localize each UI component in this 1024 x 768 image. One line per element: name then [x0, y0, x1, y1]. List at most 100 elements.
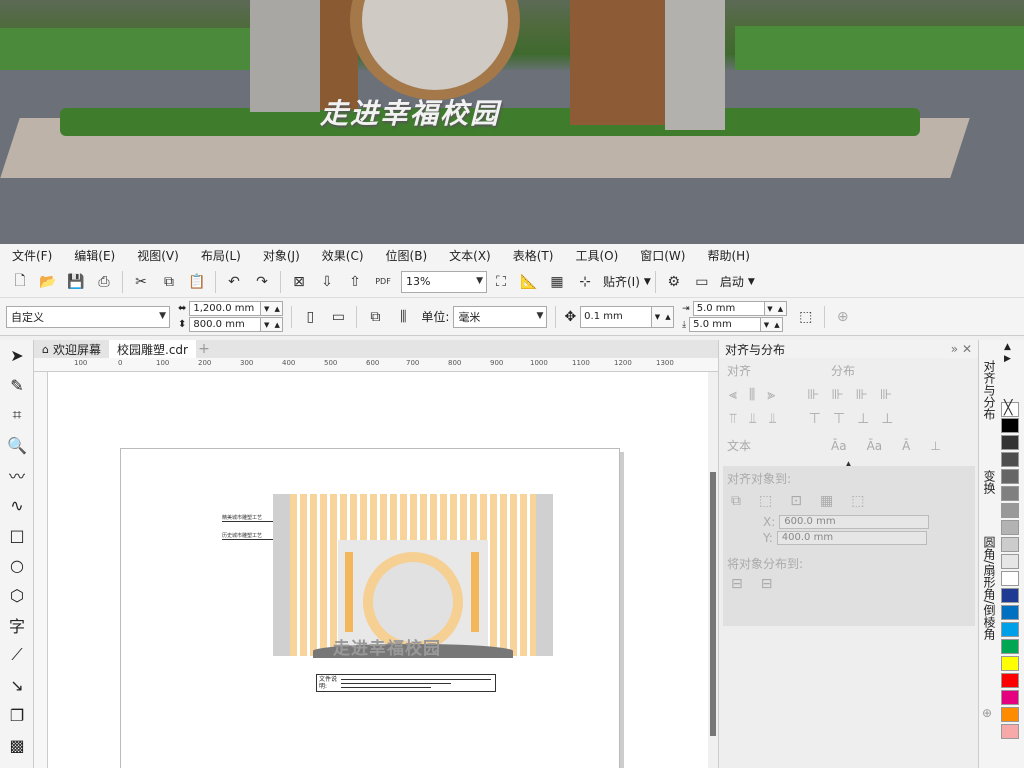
- text-tool-icon[interactable]: 字: [0, 610, 34, 640]
- transparency-icon[interactable]: ▩: [0, 730, 34, 760]
- page-center-icon[interactable]: ⊡: [790, 493, 802, 509]
- side-tab-align[interactable]: 对齐与分布: [981, 360, 998, 420]
- color-swatch[interactable]: [1001, 452, 1019, 467]
- distribute-middle-icon[interactable]: ⊤: [833, 411, 845, 427]
- color-swatch[interactable]: [1001, 486, 1019, 501]
- sculpture-drawing[interactable]: 走进幸福校园: [273, 494, 553, 664]
- drop-shadow-icon[interactable]: ❐: [0, 700, 34, 730]
- dup-y-spinner[interactable]: ▼ ▲: [761, 317, 784, 332]
- redo-icon[interactable]: ↷: [251, 271, 273, 293]
- close-icon[interactable]: ✕: [962, 342, 972, 356]
- collapse-icon[interactable]: »: [951, 342, 958, 356]
- current-page-icon[interactable]: ⫼: [392, 306, 414, 328]
- guidelines-icon[interactable]: ⊹: [574, 271, 596, 293]
- color-swatch[interactable]: [1001, 673, 1019, 688]
- zoom-tool-icon[interactable]: 🔍: [0, 430, 34, 460]
- paste-icon[interactable]: 📋: [186, 271, 208, 293]
- tab-welcome[interactable]: ⌂ 欢迎屏幕: [34, 340, 109, 358]
- application-launcher-icon[interactable]: ▭: [691, 271, 713, 293]
- extent-of-selection-icon[interactable]: ⊟: [731, 576, 743, 592]
- cut-icon[interactable]: ✂: [130, 271, 152, 293]
- menu-window[interactable]: 窗口(W): [640, 247, 685, 264]
- polygon-tool-icon[interactable]: ⬡: [0, 580, 34, 610]
- color-swatch[interactable]: [1001, 503, 1019, 518]
- page-width-input[interactable]: 1,200.0 mm: [189, 301, 262, 316]
- height-spinner[interactable]: ▼ ▲: [261, 317, 284, 332]
- menu-text[interactable]: 文本(X): [449, 247, 491, 264]
- page-height-input[interactable]: 800.0 mm: [189, 317, 262, 332]
- palette-expand-icon[interactable]: ▶: [1004, 354, 1011, 364]
- units-select[interactable]: 毫米 ▼: [453, 305, 548, 328]
- grid-icon[interactable]: ▦: [546, 271, 568, 293]
- distribute-v-spacing-icon[interactable]: ⊥: [881, 411, 893, 427]
- align-center-h-icon[interactable]: ⫼: [749, 387, 755, 403]
- import-icon[interactable]: ⇩: [316, 271, 338, 293]
- rectangle-tool-icon[interactable]: □: [0, 520, 34, 550]
- pdf-export-icon[interactable]: PDF: [372, 271, 394, 293]
- export-icon[interactable]: ⇧: [344, 271, 366, 293]
- parallel-dimension-icon[interactable]: ⟋: [0, 640, 34, 670]
- connector-tool-icon[interactable]: ↘: [0, 670, 34, 700]
- active-objects-icon[interactable]: ⧉: [731, 493, 741, 509]
- color-swatch[interactable]: [1001, 469, 1019, 484]
- launch-menu[interactable]: 启动: [720, 273, 744, 290]
- menu-view[interactable]: 视图(V): [137, 247, 179, 264]
- save-icon[interactable]: 💾: [65, 271, 87, 293]
- color-swatch[interactable]: [1001, 605, 1019, 620]
- color-swatch[interactable]: [1001, 588, 1019, 603]
- grid-icon[interactable]: ▦: [820, 493, 833, 509]
- menu-layout[interactable]: 布局(L): [201, 247, 241, 264]
- portrait-icon[interactable]: ▯: [299, 306, 321, 328]
- rulers-icon[interactable]: 📐: [518, 271, 540, 293]
- all-pages-icon[interactable]: ⧉: [364, 306, 386, 328]
- dup-x-spinner[interactable]: ▼ ▲: [764, 301, 787, 316]
- duplicate-x-input[interactable]: 5.0 mm: [692, 301, 765, 316]
- outline-icon[interactable]: ⊥: [930, 439, 940, 453]
- menu-file[interactable]: 文件(F): [12, 247, 52, 264]
- menu-table[interactable]: 表格(T): [513, 247, 554, 264]
- gear-icon[interactable]: ⚙: [663, 271, 685, 293]
- drawing-canvas[interactable]: 精美城市雕塑工艺 历史城市雕塑工艺 走进幸福校园 文件说明:: [48, 372, 708, 768]
- horizontal-ruler[interactable]: 100 0 100 200 300 400 500 600 700 800 90…: [34, 358, 718, 372]
- menu-effects[interactable]: 效果(C): [322, 247, 364, 264]
- menu-tools[interactable]: 工具(O): [575, 247, 618, 264]
- color-swatch[interactable]: [1001, 418, 1019, 433]
- distribute-bottom-icon[interactable]: ⊥: [857, 411, 869, 427]
- full-screen-icon[interactable]: ⛶: [490, 271, 512, 293]
- distribute-top-icon[interactable]: ⊤: [809, 411, 821, 427]
- bounding-box-icon[interactable]: Ā: [902, 439, 910, 453]
- color-swatch[interactable]: [1001, 724, 1019, 739]
- landscape-icon[interactable]: ▭: [327, 306, 349, 328]
- undo-icon[interactable]: ↶: [223, 271, 245, 293]
- align-right-icon[interactable]: ⫸: [767, 387, 775, 403]
- align-center-v-icon[interactable]: ⫫: [749, 411, 757, 427]
- chevron-down-icon[interactable]: ▼: [748, 277, 755, 287]
- distribute-right-icon[interactable]: ⊪: [856, 387, 868, 403]
- color-swatch[interactable]: [1001, 537, 1019, 552]
- tab-document[interactable]: 校园雕塑.cdr: [109, 340, 196, 358]
- first-line-baseline-icon[interactable]: Āa: [831, 439, 847, 453]
- side-tab-transform[interactable]: 变换: [981, 470, 998, 494]
- extent-of-page-icon[interactable]: ⊟: [761, 576, 773, 592]
- palette-up-icon[interactable]: ▲: [1004, 342, 1011, 352]
- page-edge-icon[interactable]: ⬚: [759, 493, 772, 509]
- shape-tool-icon[interactable]: ✎: [0, 370, 34, 400]
- align-top-icon[interactable]: ⫪: [729, 411, 737, 427]
- chevron-down-icon[interactable]: ▼: [644, 277, 651, 287]
- distribute-center-icon[interactable]: ⊪: [831, 387, 843, 403]
- vertical-ruler[interactable]: [34, 372, 48, 768]
- color-swatch[interactable]: [1001, 622, 1019, 637]
- freehand-tool-icon[interactable]: 〰: [0, 460, 34, 490]
- vertical-scrollbar[interactable]: [708, 372, 718, 768]
- x-position-input[interactable]: 600.0 mm: [779, 515, 930, 529]
- specified-point-icon[interactable]: ⬚: [851, 493, 864, 509]
- last-line-baseline-icon[interactable]: Āa: [867, 439, 883, 453]
- align-left-icon[interactable]: ⫷: [729, 387, 737, 403]
- nudge-spinner[interactable]: ▼ ▲: [652, 305, 675, 328]
- copy-icon[interactable]: ⧉: [158, 271, 180, 293]
- page-preset-select[interactable]: 自定义 ▼: [6, 305, 170, 328]
- color-swatch[interactable]: [1001, 690, 1019, 705]
- color-swatch[interactable]: [1001, 554, 1019, 569]
- crop-tool-icon[interactable]: ⌗: [0, 400, 34, 430]
- duplicate-y-input[interactable]: 5.0 mm: [689, 317, 762, 332]
